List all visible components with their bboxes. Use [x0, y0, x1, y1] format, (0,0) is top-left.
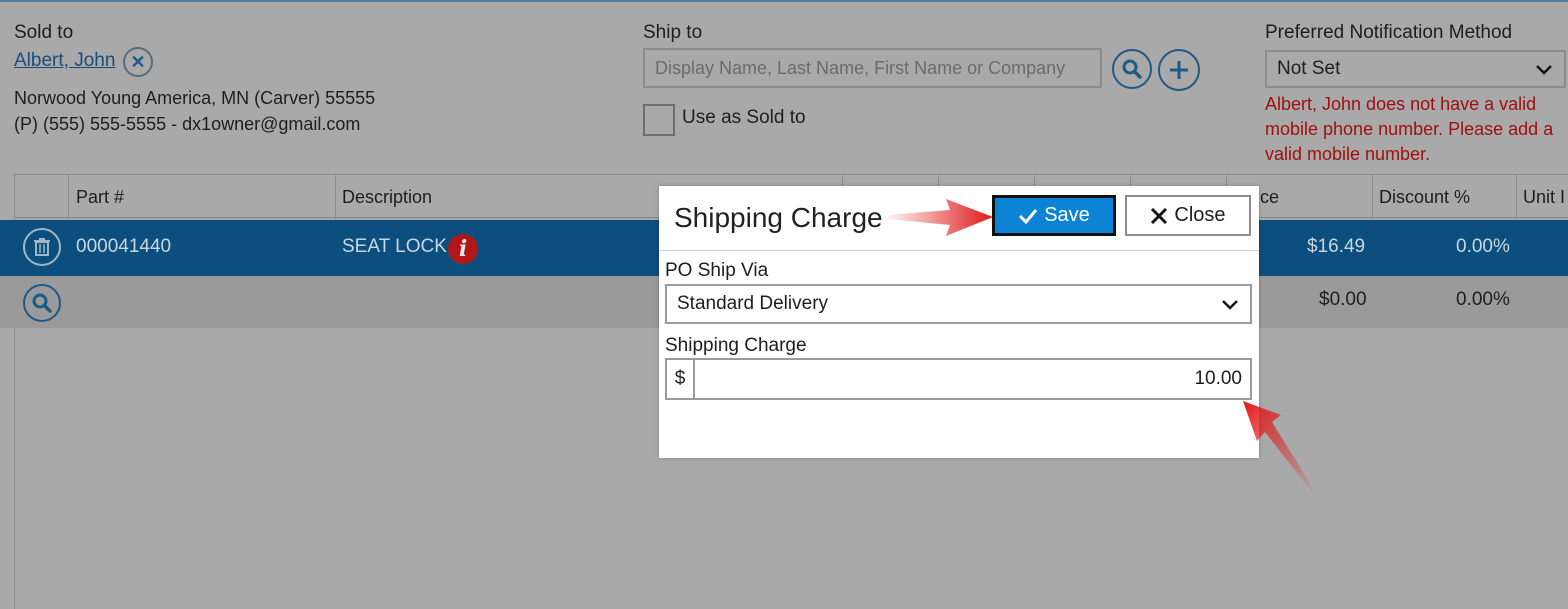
ship-to-search-input[interactable]: [643, 48, 1102, 88]
save-button[interactable]: Save: [992, 195, 1116, 236]
row-discount: 0.00%: [1456, 289, 1510, 310]
remove-customer-button[interactable]: ✕: [123, 47, 153, 77]
dialog-title: Shipping Charge: [674, 202, 883, 233]
notification-method-select[interactable]: Not Set: [1265, 50, 1566, 88]
customer-name-link[interactable]: Albert, John: [14, 50, 115, 72]
close-button-label: Close: [1174, 204, 1226, 226]
add-ship-to-button[interactable]: [1158, 49, 1200, 91]
header-part-number[interactable]: Part #: [76, 187, 124, 208]
row-discount: 0.00%: [1456, 236, 1510, 257]
ship-to-search-button[interactable]: [1112, 49, 1152, 89]
currency-prefix: $: [667, 360, 695, 398]
dialog-divider: [659, 250, 1259, 251]
notification-warning: Albert, John does not have a valid mobil…: [1265, 94, 1554, 164]
shipping-charge-dialog: Shipping Charge Save Close PO Ship Via S…: [659, 186, 1259, 458]
header-description[interactable]: Description: [342, 187, 432, 208]
checkmark-icon: [1019, 208, 1038, 224]
search-icon: [1122, 59, 1142, 79]
search-icon: [32, 293, 52, 313]
header-unit[interactable]: Unit I: [1523, 187, 1565, 208]
notification-method-label: Preferred Notification Method: [1265, 22, 1513, 43]
chevron-down-icon: [1536, 65, 1552, 75]
customer-contact: (P) (555) 555-5555 - dx1owner@gmail.com: [14, 114, 361, 134]
shipping-charge-label: Shipping Charge: [665, 335, 807, 356]
shipping-charge-input[interactable]: [697, 360, 1242, 398]
part-search-button[interactable]: [23, 284, 61, 322]
delete-row-button[interactable]: [23, 228, 61, 266]
header-price[interactable]: ce: [1260, 187, 1279, 208]
info-icon[interactable]: i: [448, 234, 478, 264]
ship-via-value: Standard Delivery: [677, 293, 829, 314]
save-button-label: Save: [1044, 204, 1090, 226]
top-border: [0, 0, 1568, 2]
plus-icon: [1170, 61, 1188, 79]
ship-via-label: PO Ship Via: [665, 260, 769, 281]
customer-address: Norwood Young America, MN (Carver) 55555: [14, 88, 376, 108]
ship-via-select[interactable]: Standard Delivery: [665, 284, 1252, 324]
ship-to-label: Ship to: [643, 22, 703, 43]
chevron-down-icon: [1222, 300, 1238, 310]
row-price: $16.49: [1307, 236, 1366, 257]
close-icon: ✕: [130, 51, 146, 72]
close-icon: [1151, 207, 1168, 224]
shipping-charge-field: $: [665, 358, 1252, 400]
row-part-number: 000041440: [76, 236, 172, 257]
row-price: $0.00: [1319, 289, 1367, 310]
row-description: SEAT LOCK: [342, 236, 447, 257]
close-button[interactable]: Close: [1125, 195, 1251, 236]
sold-to-label: Sold to: [14, 22, 74, 43]
notification-method-value: Not Set: [1277, 58, 1341, 79]
use-as-sold-to-label: Use as Sold to: [682, 107, 806, 128]
header-discount[interactable]: Discount %: [1379, 187, 1470, 208]
use-as-sold-to-checkbox[interactable]: [643, 104, 675, 136]
trash-icon: [34, 238, 50, 256]
